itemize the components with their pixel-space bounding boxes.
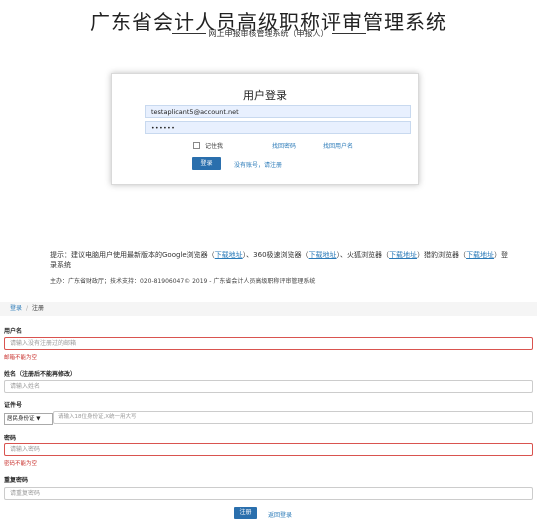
- name-label: 姓名（注册后不能再修改）: [4, 371, 77, 378]
- confirm-password-label: 重复密码: [4, 477, 29, 484]
- footer-info: 主办：广东省财政厅；技术支持：020-81906047© 2019 - 广东省会…: [50, 278, 316, 285]
- register-link[interactable]: 没有账号，请注册: [234, 160, 282, 169]
- chevron-down-icon: ▼: [36, 416, 41, 422]
- login-password-input[interactable]: ••••••: [145, 121, 411, 134]
- download-link-liebao[interactable]: 下载地址: [466, 251, 494, 259]
- remember-checkbox[interactable]: [193, 142, 200, 149]
- subtitle-line-left: [171, 33, 206, 34]
- download-link-firefox[interactable]: 下载地址: [389, 251, 417, 259]
- subtitle-line-right: [331, 33, 366, 34]
- register-button[interactable]: 注册: [234, 507, 257, 519]
- back-to-login-link[interactable]: 返回登录: [268, 510, 292, 519]
- tip-text-4: ）猎豹浏览器（: [417, 251, 467, 259]
- confirm-password-input[interactable]: 请重复密码: [4, 487, 533, 500]
- id-type-value: 居民身份证: [7, 416, 35, 422]
- login-panel: 用户登录 testaplicant5@account.net •••••• 记住…: [111, 73, 419, 185]
- username-input[interactable]: 请输入没有注册过的邮箱: [4, 337, 533, 350]
- browser-tip: 提示：建议电脑用户使用最新版本的Google浏览器（下载地址）、360极速浏览器…: [50, 251, 510, 270]
- tip-text-1: 提示：建议电脑用户使用最新版本的Google浏览器（: [50, 251, 215, 259]
- id-number-input[interactable]: 请输入18位身份证,X统一用大写: [53, 411, 533, 424]
- breadcrumb-current: 注册: [32, 305, 45, 312]
- id-label: 证件号: [4, 402, 23, 409]
- password-input[interactable]: 请输入密码: [4, 443, 533, 456]
- password-label: 密码: [4, 435, 17, 442]
- login-username-input[interactable]: testaplicant5@account.net: [145, 105, 411, 118]
- login-button[interactable]: 登录: [192, 157, 221, 170]
- username-label: 用户名: [4, 328, 23, 335]
- tip-text-2: ）、360极速浏览器（: [242, 251, 309, 259]
- breadcrumb-login[interactable]: 登录: [10, 305, 22, 312]
- id-type-select[interactable]: 居民身份证 ▼: [4, 413, 53, 425]
- tip-text-3: ）、火狐浏览器（: [336, 251, 390, 259]
- username-error: 邮箱不能为空: [4, 355, 38, 361]
- subtitle-text: 网上申报审核管理系统（申报人）: [208, 29, 329, 38]
- remember-me[interactable]: 记住我: [193, 141, 223, 150]
- name-input[interactable]: 请输入姓名: [4, 380, 533, 393]
- find-password-link[interactable]: 找回密码: [272, 141, 296, 150]
- download-link-google[interactable]: 下载地址: [215, 251, 243, 259]
- remember-label: 记住我: [205, 143, 224, 150]
- login-title: 用户登录: [243, 89, 287, 102]
- page-subtitle: 网上申报审核管理系统（申报人）: [0, 28, 537, 39]
- breadcrumb: 登录 / 注册: [0, 302, 537, 316]
- download-link-360[interactable]: 下载地址: [309, 251, 337, 259]
- breadcrumb-separator: /: [26, 305, 29, 312]
- password-error: 密码不能为空: [4, 461, 38, 467]
- find-username-link[interactable]: 找回用户名: [323, 141, 353, 150]
